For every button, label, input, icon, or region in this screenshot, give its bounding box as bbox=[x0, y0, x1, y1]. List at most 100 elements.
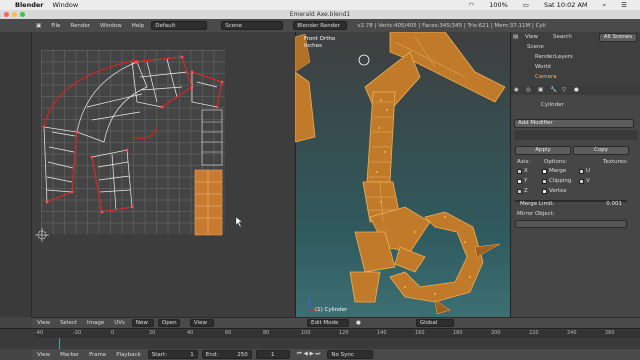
timeline-tick-label: 40 bbox=[187, 330, 194, 336]
data-tab-icon[interactable]: ▽ bbox=[562, 87, 566, 93]
timeline-tick-label: -40 bbox=[35, 330, 44, 336]
menu-window[interactable]: Window bbox=[100, 23, 122, 29]
timeline-tick-label: 140 bbox=[377, 330, 387, 336]
uv-menu-view[interactable]: View bbox=[37, 320, 50, 326]
outliner-tab-all-scenes[interactable]: All Scenes bbox=[599, 33, 637, 42]
tl-menu-playback[interactable]: Playback bbox=[116, 352, 141, 358]
zoom-window-button[interactable] bbox=[20, 12, 25, 17]
axis-label: Axis: bbox=[517, 159, 531, 165]
start-frame-field[interactable]: Start: 1 bbox=[147, 350, 198, 359]
properties-object-name: Cylinder bbox=[541, 102, 564, 108]
outliner-item-camera[interactable]: Camera bbox=[535, 74, 557, 80]
copy-button[interactable]: Copy bbox=[573, 146, 629, 155]
uv-islands[interactable] bbox=[32, 32, 295, 317]
scene-tab-icon[interactable]: ◎ bbox=[526, 87, 531, 93]
editor-type-icon[interactable]: ▣ bbox=[36, 23, 41, 29]
viewport-info: Front Ortho Inches bbox=[304, 36, 335, 50]
mode-selector[interactable]: Edit Mode bbox=[307, 319, 349, 327]
timeline-ruler[interactable] bbox=[35, 330, 640, 338]
clock[interactable]: Sat 10:02 AM bbox=[544, 1, 588, 9]
mirror-modifier-header[interactable] bbox=[514, 130, 638, 140]
uv-menu-uvs[interactable]: UVs bbox=[114, 320, 125, 326]
vertex-label: Vertex bbox=[549, 188, 567, 194]
vertex-checkbox[interactable] bbox=[542, 189, 547, 194]
end-frame-field[interactable]: End: 250 bbox=[201, 350, 252, 359]
outliner-editor-icon[interactable]: ▤ bbox=[513, 34, 518, 40]
axis-z-checkbox[interactable] bbox=[517, 189, 522, 194]
object-tab-icon[interactable]: ▣ bbox=[538, 87, 543, 93]
axis-y-label: Y bbox=[524, 178, 528, 184]
axis-x-checkbox[interactable] bbox=[517, 169, 522, 174]
units-label: Inches bbox=[304, 43, 322, 49]
axe-mesh[interactable] bbox=[295, 32, 510, 317]
merge-limit-field[interactable]: Merge Limit: 0.001 bbox=[515, 200, 627, 207]
tl-menu-view[interactable]: View bbox=[37, 352, 50, 358]
add-modifier-dropdown[interactable]: Add Modifier bbox=[514, 119, 634, 128]
layout-selector[interactable]: Default bbox=[151, 21, 208, 30]
render-engine-selector[interactable]: Blender Render bbox=[293, 21, 348, 30]
sync-selector[interactable]: No Sync bbox=[327, 350, 374, 359]
timeline-header: View Marker Frame Playback Start: 1 End:… bbox=[32, 349, 640, 360]
scene-selector[interactable]: Scene bbox=[221, 21, 284, 30]
playback-controls-icon[interactable]: ⏮ ◀ ▶ ⏭ bbox=[297, 351, 321, 358]
outliner-tab-search[interactable]: Search bbox=[553, 34, 572, 40]
mirror-object-label: Mirror Object: bbox=[517, 211, 555, 217]
uv-menu-select[interactable]: Select bbox=[60, 320, 77, 326]
view-name: Front Ortho bbox=[304, 36, 336, 42]
light-icon bbox=[358, 54, 370, 66]
clipping-checkbox[interactable] bbox=[542, 179, 547, 184]
tl-menu-marker[interactable]: Marker bbox=[60, 352, 79, 358]
modifier-tab-icon[interactable]: 🔧 bbox=[550, 87, 557, 93]
tl-menu-frame[interactable]: Frame bbox=[89, 352, 106, 358]
menu-render[interactable]: Render bbox=[70, 23, 90, 29]
outliner-item-world[interactable]: World bbox=[535, 64, 551, 70]
timeline-tick-label: 220 bbox=[529, 330, 539, 336]
uv-cursor-icon bbox=[35, 228, 49, 242]
mirror-object-field[interactable] bbox=[515, 220, 627, 228]
menu-list-icon[interactable]: ☰ bbox=[621, 1, 627, 9]
app-menu[interactable]: Blender bbox=[15, 1, 44, 9]
timeline-tick-label: 100 bbox=[301, 330, 311, 336]
uv-open-button[interactable]: Open bbox=[157, 319, 180, 327]
outliner-item-scene[interactable]: Scene bbox=[527, 44, 544, 50]
material-tab-icon[interactable]: ● bbox=[574, 87, 579, 93]
search-icon[interactable]: ⌕ bbox=[603, 1, 607, 10]
timeline-tick-label: 200 bbox=[491, 330, 501, 336]
uv-view-mode[interactable]: View bbox=[189, 319, 214, 327]
timeline-tick-label: 160 bbox=[415, 330, 425, 336]
outliner-tab-view[interactable]: View bbox=[525, 34, 538, 40]
timeline-tick-label: 120 bbox=[339, 330, 349, 336]
outliner[interactable]: ▤ View Search All Scenes Scene RenderLay… bbox=[510, 32, 640, 86]
menu-help[interactable]: Help bbox=[132, 23, 145, 29]
timeline-tick-label: 260 bbox=[605, 330, 615, 336]
uv-new-button[interactable]: New bbox=[131, 319, 154, 327]
shading-icon[interactable]: ● bbox=[356, 320, 361, 326]
properties-panel: ◉ ◎ ▣ 🔧 ▽ ● Cylinder Add Modifier Apply … bbox=[510, 86, 640, 317]
merge-label: Merge bbox=[549, 168, 567, 174]
minimize-window-button[interactable] bbox=[12, 12, 17, 17]
wifi-icon[interactable]: ◠ bbox=[469, 1, 475, 9]
current-frame-field[interactable]: 1 bbox=[255, 350, 290, 359]
menu-file[interactable]: File bbox=[51, 23, 60, 29]
window-menu[interactable]: Window bbox=[53, 1, 79, 9]
axis-x-label: X bbox=[524, 168, 528, 174]
close-window-button[interactable] bbox=[4, 12, 9, 17]
merge-checkbox[interactable] bbox=[542, 169, 547, 174]
render-tab-icon[interactable]: ◉ bbox=[514, 87, 519, 93]
textures-label: Textures: bbox=[603, 159, 628, 165]
end-label: End: bbox=[205, 352, 219, 358]
apply-button[interactable]: Apply bbox=[515, 146, 571, 155]
axis-y-checkbox[interactable] bbox=[517, 179, 522, 184]
orientation-selector[interactable]: Global bbox=[415, 319, 454, 327]
timeline-tick-label: 20 bbox=[149, 330, 156, 336]
texture-u-checkbox[interactable] bbox=[579, 169, 584, 174]
texture-v-label: V bbox=[586, 178, 590, 184]
texture-v-checkbox[interactable] bbox=[579, 179, 584, 184]
window-titlebar: Emerald Axe.blend1 bbox=[0, 10, 640, 19]
battery-label[interactable]: 100% bbox=[489, 1, 508, 9]
current-frame-line[interactable] bbox=[59, 338, 60, 349]
texture-u-label: U bbox=[586, 168, 591, 174]
options-label: Options: bbox=[544, 159, 568, 165]
outliner-item-renderlayers[interactable]: RenderLayers bbox=[535, 54, 573, 60]
uv-menu-image[interactable]: Image bbox=[87, 320, 104, 326]
